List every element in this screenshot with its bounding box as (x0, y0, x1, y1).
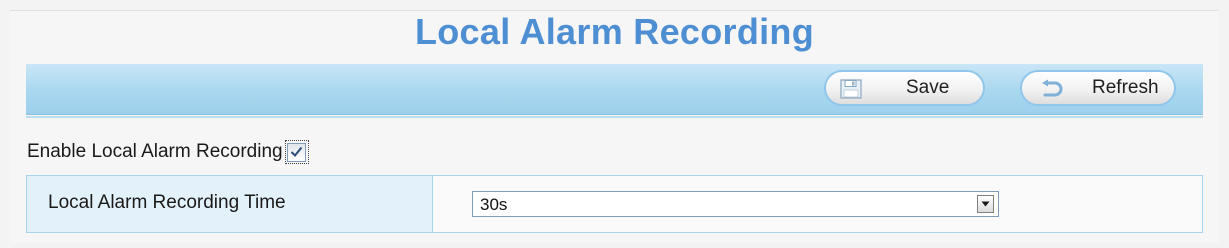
recording-time-label: Local Alarm Recording Time (48, 192, 286, 213)
enable-recording-label: Enable Local Alarm Recording (27, 141, 283, 162)
recording-time-select[interactable]: 30s (472, 191, 999, 217)
floppy-disk-icon (840, 79, 862, 99)
enable-recording-checkbox[interactable] (284, 140, 309, 164)
checkmark-icon (287, 142, 307, 162)
refresh-button[interactable]: Refresh (1020, 70, 1176, 106)
page-title: Local Alarm Recording (414, 11, 815, 52)
recording-time-value: 30s (480, 195, 508, 214)
recording-time-label-cell: Local Alarm Recording Time (27, 176, 433, 232)
recording-time-table: Local Alarm Recording Time 30s (26, 175, 1203, 233)
refresh-button-label: Refresh (1092, 77, 1159, 98)
enable-recording-row: Enable Local Alarm Recording (27, 138, 309, 166)
chevron-down-icon[interactable] (977, 195, 994, 213)
save-button-label: Save (906, 77, 950, 98)
toolbar: Save Refresh (26, 64, 1203, 115)
save-button[interactable]: Save (824, 70, 985, 106)
refresh-arrow-icon (1036, 79, 1064, 99)
toolbar-divider (26, 116, 1203, 118)
